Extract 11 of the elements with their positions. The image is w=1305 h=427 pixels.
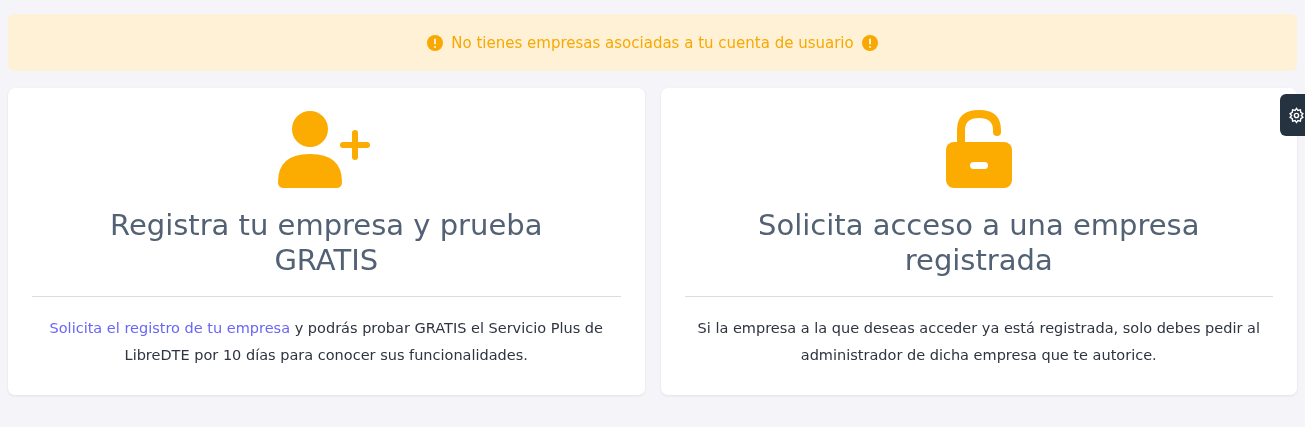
- settings-icon: [1288, 106, 1305, 124]
- unlocked-padlock-icon: [945, 110, 1012, 188]
- exclamation-icon: [861, 34, 878, 51]
- settings-button[interactable]: [1280, 94, 1305, 136]
- card-description: Solicita el registro de tu empresa y podrás probar GRATIS el Servicio Plus de LibreDTE por 10 días para conocer sus funcionalidades.: [48, 319, 604, 365]
- exclamation-icon: [427, 34, 444, 51]
- card-title: Solicita acceso a una empresa registrada: [757, 208, 1201, 278]
- register-link[interactable]: Solicita el registro de tu empresa: [49, 320, 291, 336]
- alert-text: No tienes empresas asociadas a tu cuenta de usuario: [451, 33, 854, 52]
- card-title: Registra tu empresa y prueba GRATIS: [109, 208, 544, 278]
- card-description: Si la empresa a la que deseas acceder ya está registrada, solo debes pedir al administrador de dicha empresa que te autorice.: [696, 319, 1261, 365]
